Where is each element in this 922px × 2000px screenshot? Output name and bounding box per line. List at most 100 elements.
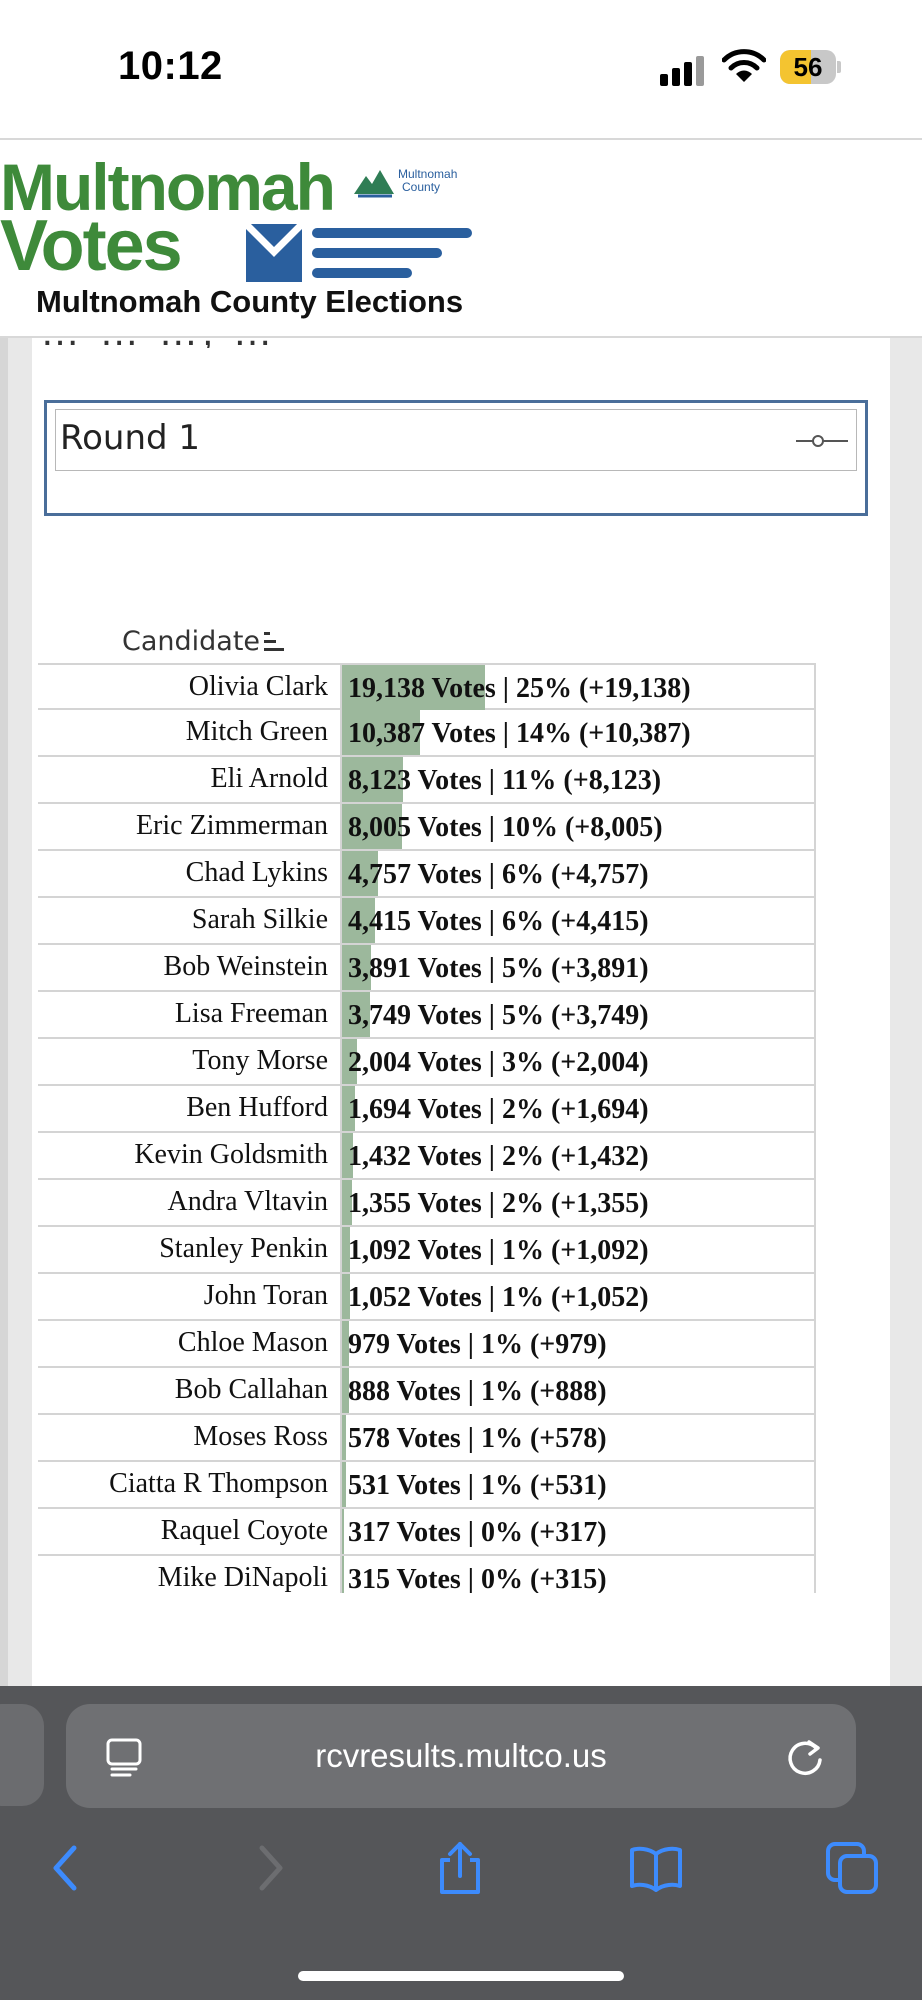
- candidate-name: Bob Callahan: [174, 1374, 328, 1405]
- vote-cell: 1,092 Votes | 1% (+1,092): [340, 1227, 816, 1272]
- site-header: Multnomah Votes Multnomah County Multnom…: [0, 138, 922, 338]
- status-bar: 10:12 56: [0, 0, 922, 138]
- candidate-name: Lisa Freeman: [174, 998, 328, 1029]
- result-row[interactable]: Sarah Silkie 4,415 Votes | 6% (+4,415): [38, 898, 816, 945]
- battery-level: 56: [793, 52, 823, 82]
- page-edge: [0, 138, 8, 1686]
- column-header-candidate[interactable]: Candidate: [122, 626, 260, 657]
- vote-cell: 888 Votes | 1% (+888): [340, 1368, 816, 1413]
- share-icon[interactable]: [432, 1840, 488, 1896]
- vote-cell: 979 Votes | 1% (+979): [340, 1321, 816, 1366]
- forward-icon[interactable]: [240, 1840, 296, 1896]
- previous-tab-preview[interactable]: [0, 1704, 44, 1806]
- results-table: Olivia Clark 19,138 Votes | 25% (+19,138)…: [38, 663, 816, 1593]
- candidate-name: Mitch Green: [185, 716, 328, 747]
- vote-cell: 4,415 Votes | 6% (+4,415): [340, 898, 816, 943]
- reload-icon[interactable]: [784, 1734, 826, 1778]
- result-row[interactable]: Olivia Clark 19,138 Votes | 25% (+19,138): [38, 663, 816, 710]
- result-row[interactable]: Eric Zimmerman 8,005 Votes | 10% (+8,005): [38, 804, 816, 851]
- vote-cell: 8,005 Votes | 10% (+8,005): [340, 804, 816, 849]
- result-row[interactable]: Mitch Green 10,387 Votes | 14% (+10,387): [38, 710, 816, 757]
- candidate-name: Mike DiNapoli: [157, 1562, 328, 1593]
- result-row[interactable]: Ben Hufford 1,694 Votes | 2% (+1,694): [38, 1086, 816, 1133]
- result-row[interactable]: Chloe Mason 979 Votes | 1% (+979): [38, 1321, 816, 1368]
- result-row[interactable]: Mike DiNapoli 315 Votes | 0% (+315): [38, 1556, 816, 1593]
- url-text: rcvresults.multco.us: [315, 1737, 607, 1774]
- result-row[interactable]: Andra Vltavin 1,355 Votes | 2% (+1,355): [38, 1180, 816, 1227]
- wifi-icon: [722, 49, 766, 82]
- tabs-icon[interactable]: [824, 1840, 880, 1896]
- vote-label: 4,757 Votes | 6% (+4,757): [348, 859, 649, 890]
- vote-cell: 3,749 Votes | 5% (+3,749): [340, 992, 816, 1037]
- vote-label: 578 Votes | 1% (+578): [348, 1423, 607, 1454]
- result-row[interactable]: Ciatta R Thompson 531 Votes | 1% (+531): [38, 1462, 816, 1509]
- vote-cell: 8,123 Votes | 11% (+8,123): [340, 757, 816, 802]
- vote-bar: [342, 1556, 344, 1593]
- result-row[interactable]: Bob Weinstein 3,891 Votes | 5% (+3,891): [38, 945, 816, 992]
- candidate-name: Stanley Penkin: [159, 1233, 328, 1264]
- result-row[interactable]: Eli Arnold 8,123 Votes | 11% (+8,123): [38, 757, 816, 804]
- candidate-name: Ciatta R Thompson: [109, 1468, 328, 1499]
- vote-cell: 3,891 Votes | 5% (+3,891): [340, 945, 816, 990]
- candidate-name: Kevin Goldsmith: [134, 1139, 328, 1170]
- page-edge: [890, 338, 922, 1686]
- org-name: Multnomah County Elections: [36, 284, 464, 319]
- vote-label: 1,052 Votes | 1% (+1,052): [348, 1282, 649, 1313]
- vote-cell: 19,138 Votes | 25% (+19,138): [340, 665, 816, 710]
- sort-descending-icon[interactable]: [262, 630, 290, 654]
- vote-label: 1,694 Votes | 2% (+1,694): [348, 1094, 649, 1125]
- address-bar[interactable]: rcvresults.multco.us: [66, 1704, 856, 1808]
- county-mark-line2: County: [402, 180, 440, 194]
- status-time: 10:12: [118, 44, 223, 88]
- round-selected-value: Round 1: [60, 418, 201, 458]
- vote-label: 8,005 Votes | 10% (+8,005): [348, 812, 663, 843]
- vote-label: 1,355 Votes | 2% (+1,355): [348, 1188, 649, 1219]
- vote-label: 979 Votes | 1% (+979): [348, 1329, 607, 1360]
- home-indicator[interactable]: [298, 1971, 624, 1981]
- result-row[interactable]: Stanley Penkin 1,092 Votes | 1% (+1,092): [38, 1227, 816, 1274]
- result-row[interactable]: Lisa Freeman 3,749 Votes | 5% (+3,749): [38, 992, 816, 1039]
- vote-cell: 578 Votes | 1% (+578): [340, 1415, 816, 1460]
- candidate-name: Olivia Clark: [188, 671, 328, 702]
- vote-label: 531 Votes | 1% (+531): [348, 1470, 607, 1501]
- vote-cell: 1,052 Votes | 1% (+1,052): [340, 1274, 816, 1319]
- vote-label: 19,138 Votes | 25% (+19,138): [348, 673, 691, 704]
- result-row[interactable]: Chad Lykins 4,757 Votes | 6% (+4,757): [38, 851, 816, 898]
- vote-bar: [342, 1462, 346, 1507]
- vote-bar: [342, 1415, 346, 1460]
- vote-cell: 1,355 Votes | 2% (+1,355): [340, 1180, 816, 1225]
- vote-label: 888 Votes | 1% (+888): [348, 1376, 607, 1407]
- mountain-logo-icon: Multnomah County: [354, 167, 457, 198]
- web-page[interactable]: … … …, … Multnomah Votes Multnomah Count…: [0, 138, 922, 1686]
- result-row[interactable]: Bob Callahan 888 Votes | 1% (+888): [38, 1368, 816, 1415]
- vote-cell: 1,694 Votes | 2% (+1,694): [340, 1086, 816, 1131]
- result-row[interactable]: John Toran 1,052 Votes | 1% (+1,052): [38, 1274, 816, 1321]
- cellular-signal-icon: [660, 54, 706, 86]
- logo-text-votes[interactable]: Votes: [0, 210, 183, 282]
- round-select[interactable]: Round 1: [55, 409, 857, 471]
- vote-label: 4,415 Votes | 6% (+4,415): [348, 906, 649, 937]
- result-row[interactable]: Raquel Coyote 317 Votes | 0% (+317): [38, 1509, 816, 1556]
- round-selector-panel: Round 1: [44, 400, 868, 516]
- candidate-name: Chad Lykins: [185, 857, 328, 888]
- vote-label: 1,092 Votes | 1% (+1,092): [348, 1235, 649, 1266]
- result-row[interactable]: Kevin Goldsmith 1,432 Votes | 2% (+1,432): [38, 1133, 816, 1180]
- back-icon[interactable]: [40, 1840, 96, 1896]
- county-mark-line1: Multnomah: [398, 167, 457, 181]
- vote-cell: 2,004 Votes | 3% (+2,004): [340, 1039, 816, 1084]
- bookmarks-icon[interactable]: [628, 1840, 684, 1896]
- vote-label: 8,123 Votes | 11% (+8,123): [348, 765, 662, 796]
- vote-label: 317 Votes | 0% (+317): [348, 1517, 607, 1548]
- vote-cell: 315 Votes | 0% (+315): [340, 1556, 816, 1593]
- vote-cell: 317 Votes | 0% (+317): [340, 1509, 816, 1554]
- vote-label: 2,004 Votes | 3% (+2,004): [348, 1047, 649, 1078]
- candidate-name: Eli Arnold: [210, 763, 328, 794]
- slider-icon[interactable]: [796, 434, 848, 448]
- candidate-name: Sarah Silkie: [191, 904, 328, 935]
- candidate-name: Tony Morse: [192, 1045, 328, 1076]
- candidate-name: Andra Vltavin: [167, 1186, 328, 1217]
- result-row[interactable]: Moses Ross 578 Votes | 1% (+578): [38, 1415, 816, 1462]
- result-row[interactable]: Tony Morse 2,004 Votes | 3% (+2,004): [38, 1039, 816, 1086]
- vote-cell: 10,387 Votes | 14% (+10,387): [340, 710, 816, 755]
- candidate-name: Ben Hufford: [186, 1092, 328, 1123]
